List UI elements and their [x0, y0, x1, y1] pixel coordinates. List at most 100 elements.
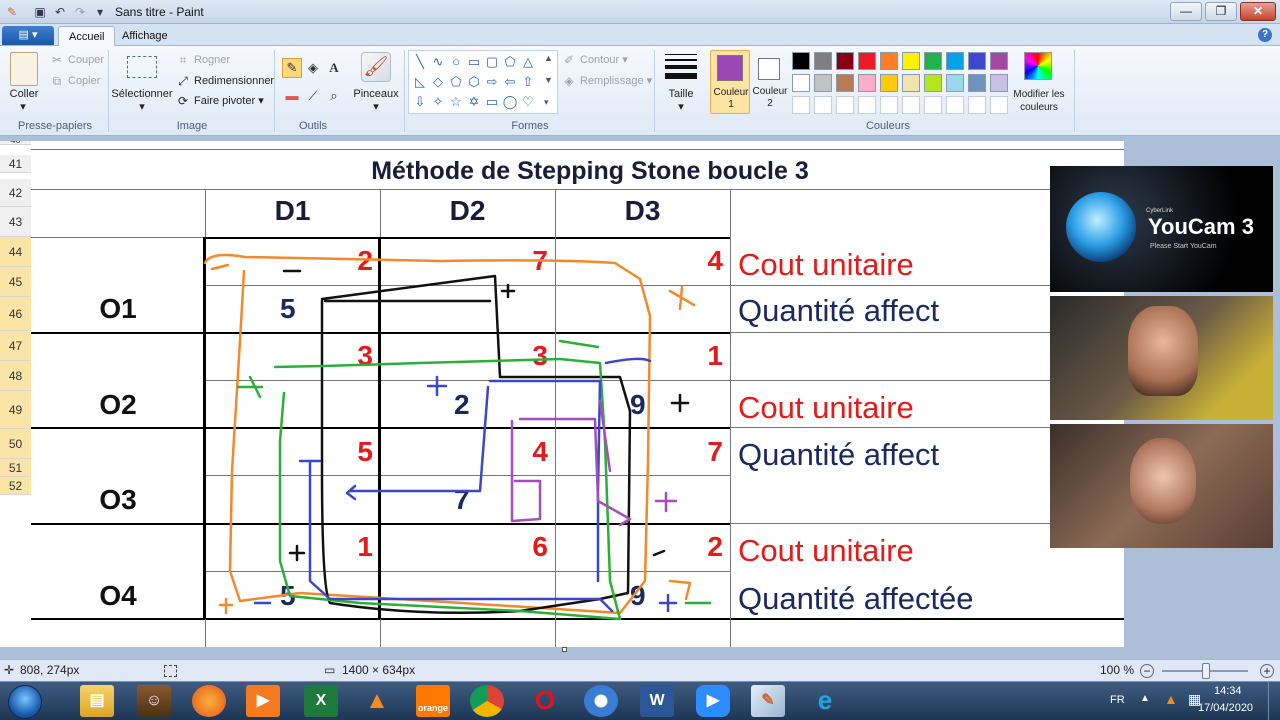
- palette-empty-slot[interactable]: [836, 96, 854, 114]
- internet-explorer-icon[interactable]: e: [808, 685, 842, 717]
- zoom-app-icon[interactable]: ▶: [696, 685, 730, 717]
- palette-color-swatch[interactable]: [968, 52, 986, 70]
- star5-shape-icon[interactable]: ☆: [447, 93, 465, 111]
- rotate-button[interactable]: ⟳ Faire pivoter ▾: [176, 92, 264, 110]
- color-picker-icon[interactable]: ⟋: [303, 86, 323, 106]
- zoom-out-button[interactable]: −: [1140, 664, 1154, 678]
- heart-shape-icon[interactable]: ♡: [519, 93, 537, 111]
- callout-oval-shape-icon[interactable]: ◯: [501, 93, 519, 111]
- fill-tool-icon[interactable]: ◈: [303, 58, 323, 78]
- tray-app-icon[interactable]: ▲: [1164, 691, 1178, 707]
- palette-color-swatch[interactable]: [946, 52, 964, 70]
- rectangle-shape-icon[interactable]: ▭: [465, 53, 483, 71]
- color1-button[interactable]: Couleur 1: [710, 50, 750, 114]
- palette-color-swatch[interactable]: [946, 74, 964, 92]
- chrome-icon[interactable]: [470, 685, 504, 717]
- palette-color-swatch[interactable]: [858, 74, 876, 92]
- fill-button[interactable]: ◈ Remplissage ▾: [562, 72, 652, 90]
- vlc-icon[interactable]: ▲: [360, 685, 394, 717]
- cut-button[interactable]: ✂ Couper: [50, 51, 104, 69]
- polygon-shape-icon[interactable]: ⬠: [501, 53, 519, 71]
- canvas-image[interactable]: 40 41 42 43 44 45 46 47 48 49 50 51 52: [0, 141, 1124, 647]
- star6-shape-icon[interactable]: ✡: [465, 93, 483, 111]
- language-indicator[interactable]: FR: [1110, 694, 1125, 706]
- outline-button[interactable]: ✐ Contour ▾: [562, 51, 628, 69]
- brushes-button[interactable]: Pinceaux: [350, 88, 402, 100]
- palette-color-swatch[interactable]: [880, 52, 898, 70]
- zoom-slider-thumb[interactable]: [1202, 663, 1210, 679]
- right-triangle-shape-icon[interactable]: ◺: [411, 73, 429, 91]
- opera-icon[interactable]: O: [528, 685, 562, 717]
- brush-icon[interactable]: 🖌: [361, 52, 391, 82]
- brushes-dropdown-icon[interactable]: ▾: [371, 100, 381, 113]
- size-icon[interactable]: [665, 54, 697, 79]
- save-icon[interactable]: ▣: [32, 4, 48, 20]
- maximize-button[interactable]: ❐: [1205, 2, 1237, 21]
- magnifier-icon[interactable]: ⌕: [324, 86, 344, 106]
- select-button[interactable]: Sélectionner: [110, 88, 174, 100]
- palette-empty-slot[interactable]: [902, 96, 920, 114]
- edit-colors-button[interactable]: Modifier les couleurs: [1005, 88, 1073, 114]
- quick-access-dropdown-icon[interactable]: ▾: [92, 4, 108, 20]
- palette-color-swatch[interactable]: [836, 52, 854, 70]
- size-button[interactable]: Taille: [660, 88, 702, 100]
- media-player-icon[interactable]: ▶: [246, 685, 280, 717]
- close-button[interactable]: ✕: [1240, 2, 1276, 21]
- star4-shape-icon[interactable]: ✧: [429, 93, 447, 111]
- resize-button[interactable]: ⤢ Redimensionner: [176, 72, 274, 90]
- text-tool-icon[interactable]: A: [324, 58, 344, 78]
- palette-empty-slot[interactable]: [924, 96, 942, 114]
- file-menu-button[interactable]: ▤ ▾: [2, 26, 54, 45]
- orange-app-icon[interactable]: orange: [416, 685, 450, 717]
- palette-empty-slot[interactable]: [792, 96, 810, 114]
- paste-icon[interactable]: [10, 52, 38, 86]
- help-icon[interactable]: ?: [1258, 28, 1272, 42]
- clock-date[interactable]: 17/04/2020: [1198, 702, 1253, 714]
- pentagon-shape-icon[interactable]: ⬠: [447, 73, 465, 91]
- firefox-icon[interactable]: [192, 685, 226, 717]
- palette-color-swatch[interactable]: [814, 52, 832, 70]
- eraser-tool-icon[interactable]: ▬: [282, 86, 302, 106]
- paste-dropdown-icon[interactable]: ▾: [18, 100, 28, 113]
- palette-color-swatch[interactable]: [902, 52, 920, 70]
- palette-empty-slot[interactable]: [968, 96, 986, 114]
- gallery-scroll-up-icon[interactable]: ▲: [544, 53, 553, 63]
- paste-button[interactable]: Coller: [4, 88, 44, 100]
- arrow-left-shape-icon[interactable]: ⇦: [501, 73, 519, 91]
- tab-accueil[interactable]: Accueil: [58, 26, 116, 46]
- diamond-shape-icon[interactable]: ◇: [429, 73, 447, 91]
- line-shape-icon[interactable]: ╲: [411, 53, 429, 71]
- edit-colors-icon[interactable]: [1024, 52, 1052, 80]
- arrow-up-shape-icon[interactable]: ⇧: [519, 73, 537, 91]
- select-dropdown-icon[interactable]: ▾: [137, 100, 147, 113]
- oval-shape-icon[interactable]: ○: [447, 53, 465, 71]
- pencil-tool-icon[interactable]: ✎: [282, 58, 302, 78]
- palette-empty-slot[interactable]: [880, 96, 898, 114]
- zoom-in-button[interactable]: +: [1260, 664, 1274, 678]
- palette-color-swatch[interactable]: [792, 74, 810, 92]
- size-dropdown-icon[interactable]: ▾: [676, 100, 686, 113]
- callout-rect-shape-icon[interactable]: ▭: [483, 93, 501, 111]
- palette-color-swatch[interactable]: [880, 74, 898, 92]
- palette-color-swatch[interactable]: [836, 74, 854, 92]
- clock-time[interactable]: 14:34: [1214, 685, 1242, 697]
- palette-color-swatch[interactable]: [902, 74, 920, 92]
- color2-button[interactable]: Couleur 2: [752, 50, 788, 114]
- excel-icon[interactable]: X: [304, 685, 338, 717]
- palette-empty-slot[interactable]: [946, 96, 964, 114]
- copy-button[interactable]: ⧉ Copier: [50, 72, 101, 90]
- undo-icon[interactable]: ↶: [52, 4, 68, 20]
- paint-app-icon[interactable]: ✎: [4, 4, 20, 20]
- start-button[interactable]: [8, 685, 42, 719]
- tray-expand-icon[interactable]: ▲: [1140, 693, 1150, 704]
- palette-color-swatch[interactable]: [792, 52, 810, 70]
- rounded-rectangle-shape-icon[interactable]: ▢: [483, 53, 501, 71]
- palette-color-swatch[interactable]: [968, 74, 986, 92]
- tab-affichage[interactable]: Affichage: [112, 26, 178, 46]
- shapes-gallery[interactable]: ╲ ∿ ○ ▭ ▢ ⬠ △ ◺ ◇ ⬠ ⬡ ⇨ ⇦ ⇧ ⇩ ✧ ☆ ✡ ▭ ◯ …: [408, 50, 558, 114]
- arrow-right-shape-icon[interactable]: ⇨: [483, 73, 501, 91]
- explorer-icon[interactable]: ▤: [80, 685, 114, 717]
- triangle-shape-icon[interactable]: △: [519, 53, 537, 71]
- palette-color-swatch[interactable]: [858, 52, 876, 70]
- paint-icon[interactable]: ✎: [751, 685, 785, 717]
